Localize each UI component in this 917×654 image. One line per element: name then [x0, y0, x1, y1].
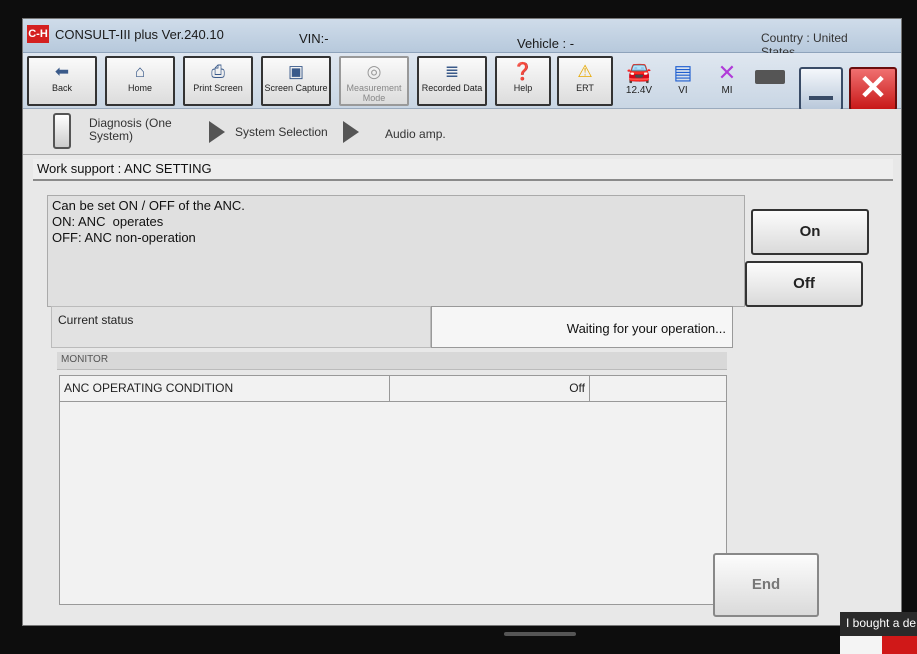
close-icon: ✕	[858, 69, 888, 107]
breadcrumb-audio-amp[interactable]: Audio amp.	[385, 127, 446, 141]
warning-icon: ⚠	[577, 62, 593, 81]
screen-capture-label: Screen Capture	[264, 83, 328, 93]
toolbar: ⬅ Back ⌂ Home ⎙ Print Screen ▣ Screen Ca…	[23, 53, 901, 111]
device-bezel: C-H CONSULT-III plus Ver.240.10 VIN:- Ve…	[0, 0, 917, 654]
current-status-label: Current status	[51, 306, 431, 348]
monitor-item-value: Off	[390, 376, 590, 402]
recorded-data-button[interactable]: ≣ Recorded Data	[417, 56, 487, 106]
monitor-item-unit	[590, 376, 726, 402]
help-button[interactable]: ❓ Help	[495, 56, 551, 106]
description-box: Can be set ON / OFF of the ANC. ON: ANC …	[47, 195, 745, 307]
screen-capture-button[interactable]: ▣ Screen Capture	[261, 56, 331, 106]
minimize-button[interactable]	[799, 67, 843, 111]
home-label: Home	[127, 83, 152, 93]
recorded-data-label: Recorded Data	[421, 83, 483, 93]
caption-logo	[882, 636, 917, 654]
home-indicator	[504, 632, 576, 636]
printer-icon: ⎙	[211, 62, 225, 81]
vi-indicator: ▤ VI	[663, 61, 703, 96]
battery-icon	[755, 70, 785, 84]
description-line: ON: ANC operates	[52, 214, 164, 229]
meter-icon: ◎	[366, 62, 382, 81]
description-line: Can be set ON / OFF of the ANC.	[52, 198, 245, 213]
mi-indicator: ✕ MI	[707, 60, 747, 97]
measurement-mode-button[interactable]: ◎ Measurement Mode	[339, 56, 409, 106]
monitor-header: MONITOR	[57, 352, 727, 370]
home-button[interactable]: ⌂ Home	[105, 56, 175, 106]
title-bar: C-H CONSULT-III plus Ver.240.10 VIN:- Ve…	[23, 19, 901, 59]
breadcrumb-system-selection[interactable]: System Selection	[235, 125, 328, 139]
breadcrumb-arrow-icon	[209, 121, 225, 143]
vi-icon: ▤	[673, 62, 693, 84]
back-button[interactable]: ⬅ Back	[27, 56, 97, 106]
monitor-item-name: ANC OPERATING CONDITION	[60, 376, 390, 402]
app-logo: C-H	[27, 25, 49, 43]
vin-label: VIN:-	[299, 31, 329, 46]
caption-strip	[840, 636, 882, 654]
recorded-data-icon: ≣	[444, 62, 460, 81]
breadcrumb: Diagnosis (One System) System Selection …	[23, 109, 901, 155]
table-row: ANC OPERATING CONDITION Off	[60, 376, 726, 402]
device-icon	[53, 113, 71, 149]
back-label: Back	[51, 83, 72, 93]
car-icon: 🚘	[626, 62, 652, 84]
off-button[interactable]: Off	[745, 261, 863, 307]
back-arrow-icon: ⬅	[54, 62, 70, 81]
mi-label: MI	[721, 85, 733, 96]
ert-button[interactable]: ⚠ ERT	[557, 56, 613, 106]
on-button[interactable]: On	[751, 209, 869, 255]
measurement-mode-label: Measurement Mode	[346, 83, 402, 103]
end-button[interactable]: End	[713, 553, 819, 617]
page-title: Work support : ANC SETTING	[33, 159, 893, 181]
help-label: Help	[513, 83, 533, 93]
close-button[interactable]: ✕	[849, 67, 897, 111]
print-screen-label: Print Screen	[193, 83, 243, 93]
breadcrumb-arrow-icon	[343, 121, 359, 143]
vehicle-voltage-indicator: 🚘 12.4V	[619, 61, 659, 96]
vehicle-label: Vehicle : -	[517, 36, 575, 51]
description-line: OFF: ANC non-operation	[52, 230, 196, 245]
mi-icon: ✕	[717, 60, 737, 85]
current-status-value: Waiting for your operation...	[431, 306, 733, 348]
monitor-table: ANC OPERATING CONDITION Off	[59, 375, 727, 605]
consult-screen: C-H CONSULT-III plus Ver.240.10 VIN:- Ve…	[22, 18, 902, 626]
help-icon: ❓	[512, 62, 534, 81]
home-icon: ⌂	[134, 62, 146, 81]
breadcrumb-diagnosis[interactable]: Diagnosis (One System)	[89, 117, 189, 143]
voltage-label: 12.4V	[625, 85, 653, 96]
ert-label: ERT	[576, 83, 594, 93]
camera-icon: ▣	[287, 62, 305, 81]
app-title: CONSULT-III plus Ver.240.10	[55, 27, 224, 42]
vi-label: VI	[678, 85, 688, 96]
video-caption: I bought a de	[840, 612, 917, 636]
print-screen-button[interactable]: ⎙ Print Screen	[183, 56, 253, 106]
